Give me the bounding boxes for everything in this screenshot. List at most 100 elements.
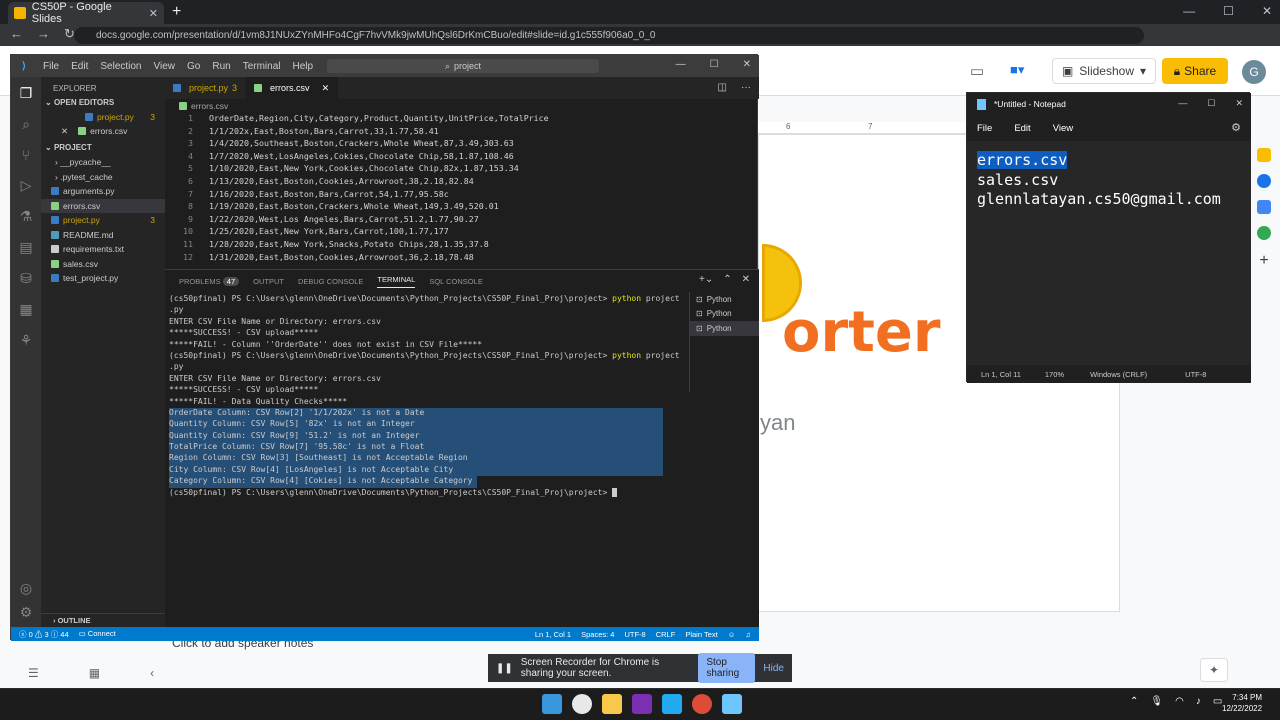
- close-icon[interactable]: ✕: [61, 126, 68, 137]
- cursor-position[interactable]: Ln 1, Col 1: [535, 630, 571, 639]
- menu-selection[interactable]: Selection: [94, 61, 147, 72]
- meet-icon[interactable]: ■▾: [1010, 62, 1024, 78]
- maximize-icon[interactable]: ☐: [710, 59, 719, 70]
- slideshow-button[interactable]: ▣ Slideshow ▾: [1052, 58, 1156, 84]
- chevron-up-icon[interactable]: ⌃: [1130, 696, 1138, 707]
- explorer-icon[interactable]: ❐: [20, 85, 33, 102]
- indentation[interactable]: Spaces: 4: [581, 630, 614, 639]
- notepad-taskbar-icon[interactable]: [722, 694, 742, 714]
- minimize-icon[interactable]: —: [676, 59, 686, 70]
- terminal-instance[interactable]: ⊡ Python: [690, 307, 759, 322]
- encoding[interactable]: UTF-8: [624, 630, 645, 639]
- menu-view[interactable]: View: [148, 61, 182, 72]
- file-explorer-icon[interactable]: [602, 694, 622, 714]
- open-editor-item[interactable]: project.py 3: [41, 110, 165, 125]
- gear-icon[interactable]: ⚙: [20, 604, 33, 621]
- taskbar-clock[interactable]: 7:34 PM 12/22/2022: [1222, 692, 1262, 714]
- menu-view[interactable]: View: [1053, 123, 1073, 134]
- search-icon[interactable]: ⌕: [22, 116, 30, 133]
- maps-icon[interactable]: [1257, 226, 1271, 240]
- browser-tab[interactable]: CS50P - Google Slides ✕: [8, 1, 164, 25]
- windows-start-icon[interactable]: [542, 694, 562, 714]
- microphone-icon[interactable]: 🎙︎: [1150, 696, 1163, 707]
- split-editor-icon[interactable]: ◫: [712, 77, 733, 99]
- chevron-down-icon[interactable]: ▾: [1140, 64, 1146, 78]
- close-window-icon[interactable]: ✕: [1262, 4, 1272, 18]
- extensions-icon[interactable]: ▦: [19, 301, 32, 318]
- command-search[interactable]: ⌕ project: [327, 59, 599, 73]
- open-editors-section[interactable]: ⌄ OPEN EDITORS: [41, 95, 165, 110]
- menu-file[interactable]: File: [37, 61, 65, 72]
- keep-icon[interactable]: [1257, 148, 1271, 162]
- end-of-line[interactable]: CRLF: [656, 630, 676, 639]
- code-editor[interactable]: 1 OrderDate,Region,City,Category,Product,…: [165, 113, 759, 269]
- comment-icon[interactable]: ▭: [970, 62, 984, 80]
- avatar[interactable]: G: [1242, 60, 1266, 84]
- tab-debug-console[interactable]: DEBUG CONSOLE: [298, 277, 363, 286]
- run-debug-icon[interactable]: ▷: [21, 177, 32, 194]
- filmstrip-view-icon[interactable]: ☰: [28, 666, 39, 680]
- hide-button[interactable]: Hide: [763, 663, 784, 674]
- forward-icon[interactable]: →: [37, 26, 50, 42]
- menu-file[interactable]: File: [977, 123, 992, 134]
- open-editor-item[interactable]: ✕ errors.csv: [41, 124, 165, 139]
- connect-status[interactable]: ▭ Connect: [79, 629, 116, 640]
- collapse-icon[interactable]: ‹: [150, 666, 154, 680]
- tab-project-py[interactable]: project.py 3: [165, 77, 247, 99]
- menu-edit[interactable]: Edit: [1014, 123, 1030, 134]
- minimize-icon[interactable]: —: [1183, 4, 1195, 18]
- docker-icon[interactable]: ▤: [19, 239, 32, 256]
- battery-icon[interactable]: ▭: [1213, 696, 1222, 707]
- share-button[interactable]: 🔒︎ Share: [1162, 58, 1228, 84]
- folder-item[interactable]: › .pytest_cache: [41, 170, 165, 185]
- menu-run[interactable]: Run: [206, 61, 236, 72]
- onenote-icon[interactable]: [632, 694, 652, 714]
- tab-output[interactable]: OUTPUT: [253, 277, 284, 286]
- bell-icon[interactable]: ♫: [745, 630, 751, 639]
- folder-item[interactable]: › __pycache__: [41, 155, 165, 170]
- language-mode[interactable]: Plain Text: [685, 630, 717, 639]
- maximize-icon[interactable]: ☐: [1207, 98, 1215, 109]
- stop-sharing-button[interactable]: Stop sharing: [698, 653, 756, 683]
- more-actions-icon[interactable]: ···: [733, 77, 759, 99]
- new-tab-button[interactable]: +: [172, 3, 181, 21]
- breadcrumb[interactable]: errors.csv: [165, 99, 759, 113]
- file-item[interactable]: arguments.py: [41, 184, 165, 199]
- back-icon[interactable]: ←: [10, 26, 23, 42]
- file-item[interactable]: sales.csv: [41, 257, 165, 272]
- maximize-panel-icon[interactable]: ⌃: [723, 274, 731, 285]
- add-addon-icon[interactable]: +: [1259, 252, 1268, 270]
- source-control-icon[interactable]: ⑂: [22, 147, 30, 163]
- menu-edit[interactable]: Edit: [65, 61, 94, 72]
- file-item[interactable]: errors.csv: [41, 198, 165, 213]
- minimize-icon[interactable]: —: [1178, 98, 1187, 109]
- file-item[interactable]: README.md: [41, 228, 165, 243]
- terminal-instance[interactable]: ⊡ Python: [690, 292, 759, 307]
- menu-terminal[interactable]: Terminal: [237, 61, 287, 72]
- explore-button[interactable]: ✦: [1200, 658, 1228, 682]
- menu-go[interactable]: Go: [181, 61, 206, 72]
- vscode-taskbar-icon[interactable]: [662, 694, 682, 714]
- wifi-icon[interactable]: ◠: [1175, 696, 1184, 707]
- database-icon[interactable]: ⛁: [20, 270, 32, 287]
- tasks-icon[interactable]: [1257, 174, 1271, 188]
- terminal-instance[interactable]: ⊡ Python: [690, 321, 759, 336]
- maximize-icon[interactable]: ☐: [1223, 4, 1234, 18]
- address-bar[interactable]: docs.google.com/presentation/d/1vm8J1NUx…: [74, 27, 1144, 44]
- grid-view-icon[interactable]: ▦: [89, 666, 100, 680]
- tab-terminal[interactable]: TERMINAL: [377, 275, 416, 288]
- problems-status[interactable]: ⓧ 0 ⚠ 3 ⓘ 44: [19, 629, 69, 640]
- close-panel-icon[interactable]: ✕: [742, 274, 750, 285]
- tab-errors-csv[interactable]: errors.csv ✕: [246, 77, 339, 99]
- tab-problems[interactable]: PROBLEMS 47: [179, 276, 240, 286]
- file-item[interactable]: requirements.txt: [41, 242, 165, 257]
- close-icon[interactable]: ✕: [322, 83, 330, 94]
- contacts-icon[interactable]: [1257, 200, 1271, 214]
- outline-section[interactable]: › OUTLINE: [41, 613, 165, 627]
- new-terminal-icon[interactable]: +⌄: [699, 274, 713, 285]
- close-window-icon[interactable]: ✕: [1235, 98, 1243, 109]
- testing-icon[interactable]: ⚗: [20, 208, 33, 225]
- settings-gear-icon[interactable]: ⚙: [1231, 121, 1241, 134]
- notepad-text-area[interactable]: errors.csv sales.csv glennlatayan.cs50@g…: [967, 141, 1251, 365]
- account-icon[interactable]: ◎: [20, 580, 32, 597]
